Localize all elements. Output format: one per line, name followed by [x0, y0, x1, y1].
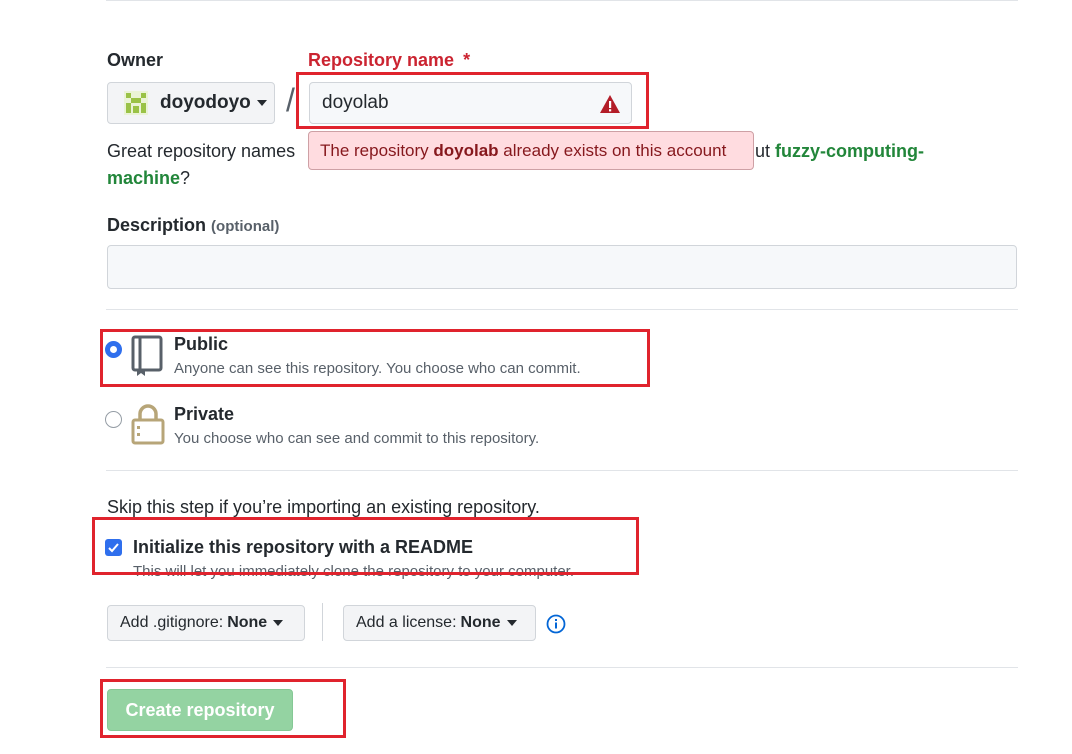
description-label: Description (optional): [107, 215, 279, 236]
hint-text-continued: ut fuzzy-computing-: [755, 141, 924, 162]
private-radio[interactable]: [105, 411, 122, 428]
hint-end: ?: [180, 168, 191, 188]
skip-step-text: Skip this step if you’re importing an ex…: [107, 497, 540, 517]
chevron-down-icon: [273, 620, 284, 626]
private-title: Private: [174, 404, 235, 424]
license-label: Add a license:: [356, 614, 457, 631]
owner-name: doyodoyo: [160, 92, 251, 113]
description-label-text: Description: [107, 215, 207, 235]
highlight-public: [100, 329, 650, 387]
description-optional: (optional): [211, 218, 280, 235]
license-value: None: [460, 614, 501, 631]
repository-name-label: Repository name *: [308, 50, 470, 71]
highlight-readme: [92, 517, 639, 575]
gitignore-label: Add .gitignore:: [120, 614, 224, 631]
error-suffix: already exists on this account: [498, 140, 727, 160]
owner-repo-separator: /: [286, 82, 295, 118]
owner-label: Owner: [107, 50, 164, 70]
section-divider: [106, 309, 1018, 310]
chevron-down-icon: [506, 620, 517, 626]
dropdown-separator: [322, 603, 323, 641]
owner-avatar-icon: [124, 91, 148, 115]
lock-icon: [131, 404, 165, 445]
error-prefix: The repository: [320, 140, 434, 160]
top-divider: [106, 0, 1018, 1]
error-repo-name: doyolab: [433, 140, 499, 160]
highlight-repository-name: [296, 72, 649, 129]
chevron-down-icon: [256, 100, 267, 106]
gitignore-dropdown[interactable]: Add .gitignore: None: [107, 605, 305, 641]
description-input[interactable]: [107, 245, 1017, 289]
name-suggestion-part1[interactable]: fuzzy-computing-: [775, 141, 924, 161]
hint-text-after: ut: [755, 141, 771, 161]
required-mark: *: [463, 50, 471, 70]
license-dropdown[interactable]: Add a license: None: [343, 605, 536, 641]
repository-name-label-text: Repository name: [308, 50, 455, 70]
name-suggestion-part2[interactable]: machine: [107, 168, 180, 188]
gitignore-value: None: [227, 614, 268, 631]
info-icon[interactable]: [546, 614, 566, 634]
error-tooltip: The repository doyolab already exists on…: [308, 131, 754, 170]
owner-dropdown[interactable]: doyodoyo: [107, 82, 275, 124]
section-divider: [106, 470, 1018, 471]
highlight-create-button: [100, 679, 346, 738]
hint-text-start: Great repository names: [107, 141, 296, 161]
hint-text-line2: machine?: [107, 168, 190, 189]
section-divider: [106, 667, 1018, 668]
private-subtitle: You choose who can see and commit to thi…: [174, 430, 540, 447]
